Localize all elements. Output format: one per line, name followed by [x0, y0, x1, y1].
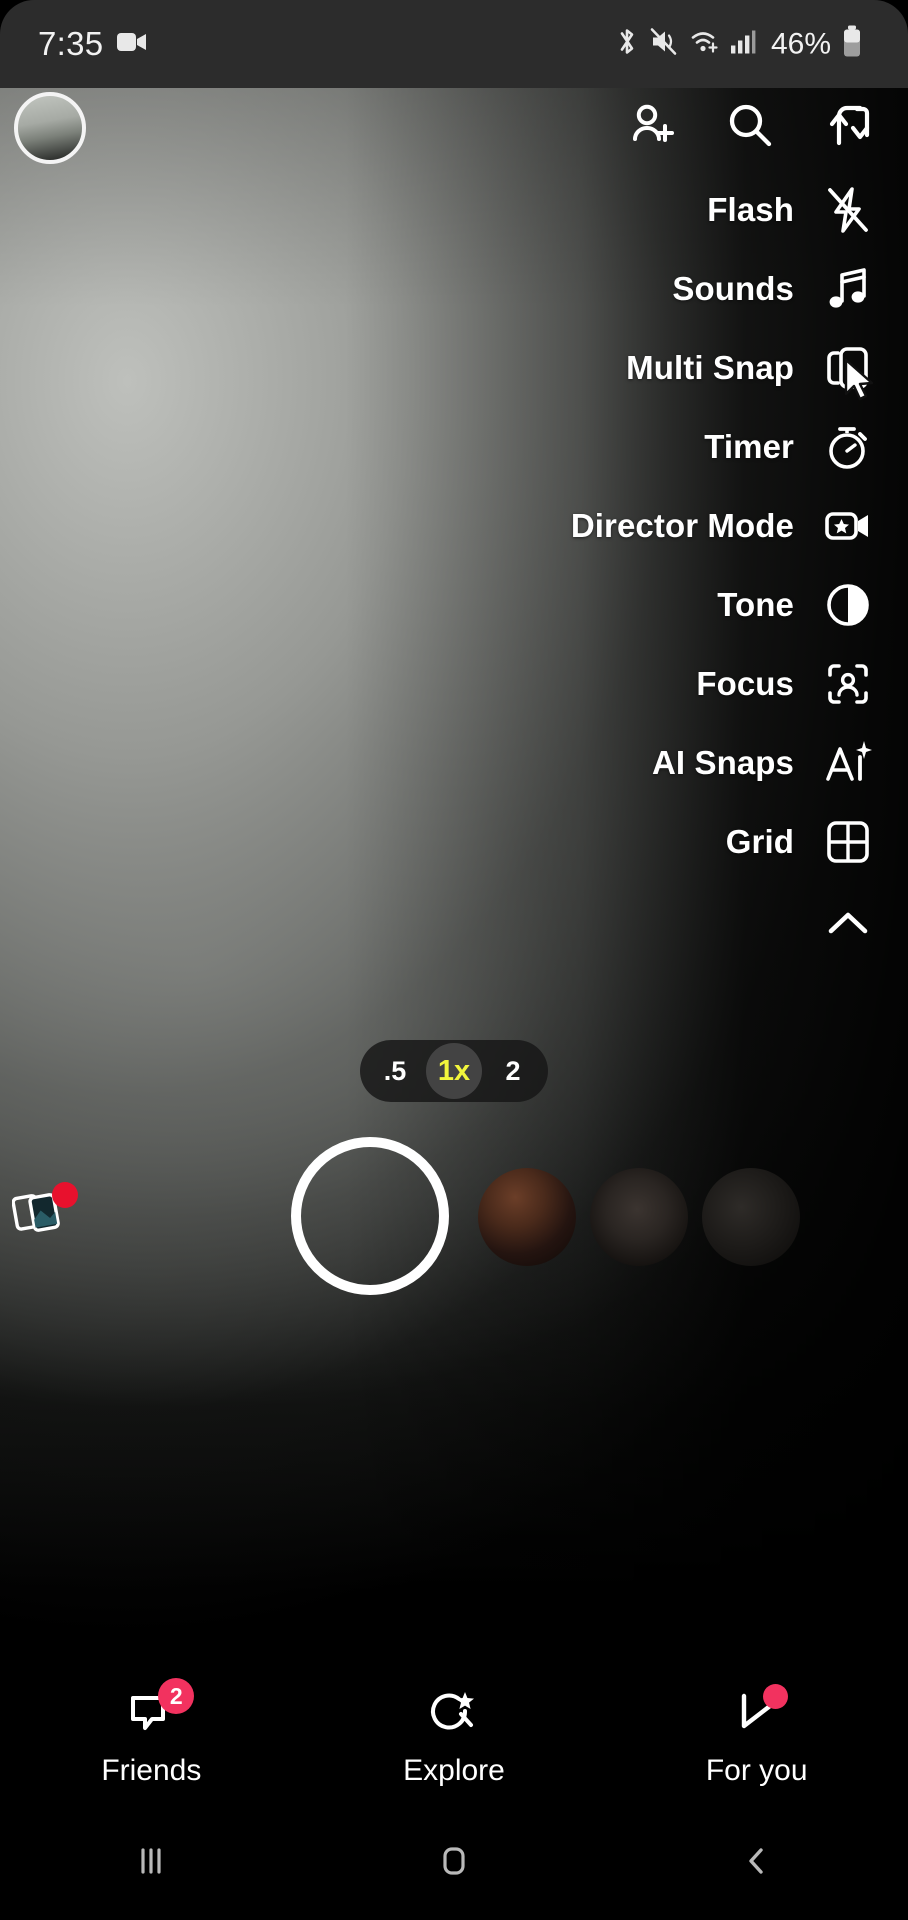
snapchat-camera-screen: 7:35 46% Flash Sounds Multi Snap Timer D… [0, 0, 908, 1920]
contrast-circle-icon [820, 577, 876, 633]
shutter-button[interactable] [291, 1137, 449, 1295]
video-star-icon [820, 498, 876, 554]
camera-option-label: Multi Snap [626, 348, 794, 386]
avatar[interactable] [14, 92, 86, 164]
nav-item-friends[interactable]: 2 Friends [0, 1678, 303, 1788]
nav-label-explore: Explore [403, 1754, 505, 1787]
camera-option-focus[interactable]: Focus [428, 644, 908, 723]
memories-button[interactable] [11, 1182, 78, 1242]
camera-option-multi-snap[interactable]: Multi Snap [428, 328, 908, 407]
camera-option-ai-snaps[interactable]: AI Snaps [428, 723, 908, 802]
nav-label-friends: Friends [101, 1754, 202, 1787]
camera-option-label: Director Mode [570, 506, 794, 544]
zoom-option-1x[interactable]: 1x [426, 1043, 482, 1099]
camera-options-menu: Flash Sounds Multi Snap Timer Director M… [428, 170, 908, 967]
grid-four-icon [820, 814, 876, 870]
stopwatch-icon [820, 419, 876, 475]
camera-option-flash[interactable]: Flash [428, 170, 908, 249]
memories-notification-dot [52, 1182, 78, 1208]
spotlight-play-icon [726, 1684, 788, 1742]
camera-option-label: Sounds [672, 269, 794, 307]
wifi-icon [689, 27, 719, 62]
focus-person-icon [820, 656, 876, 712]
camera-option-label: Tone [717, 585, 794, 623]
status-bar-right: 46% [615, 25, 862, 63]
camera-option-label: Focus [696, 664, 794, 702]
camera-option-timer[interactable]: Timer [428, 407, 908, 486]
camera-option-label: Timer [704, 427, 794, 465]
camera-option-director-mode[interactable]: Director Mode [428, 486, 908, 565]
music-note-icon [820, 261, 876, 317]
story-thumbnail[interactable] [478, 1168, 576, 1266]
battery-percentage: 46% [770, 27, 831, 60]
multi-snap-icon [820, 340, 876, 400]
story-thumbnail[interactable] [702, 1168, 800, 1266]
zoom-option-half[interactable]: .5 [374, 1056, 416, 1087]
chat-bubble-icon: 2 [120, 1678, 195, 1742]
nav-item-explore[interactable]: Explore [303, 1686, 606, 1788]
search-icon[interactable] [720, 96, 780, 156]
story-thumbnail[interactable] [590, 1168, 688, 1266]
ai-sparkle-icon [820, 735, 876, 791]
zoom-selector: .5 1x 2 [360, 1040, 548, 1102]
flash-off-icon [820, 182, 876, 238]
battery-icon [842, 25, 862, 63]
story-reel [478, 1163, 908, 1271]
camera-option-label: Grid [725, 822, 794, 860]
status-bar-left: 7:35 [38, 25, 147, 63]
recents-button[interactable] [0, 1844, 303, 1878]
top-action-bar [622, 96, 878, 156]
mouse-cursor-icon [844, 358, 874, 400]
flip-camera-icon[interactable] [818, 96, 878, 156]
camera-option-label: Flash [707, 190, 794, 228]
status-bar: 7:35 46% [0, 0, 908, 88]
cellular-signal-icon [730, 28, 756, 61]
camera-option-grid[interactable]: Grid [428, 802, 908, 881]
nav-label-for-you: For you [705, 1754, 808, 1787]
camera-menu-collapse-button[interactable] [428, 881, 908, 967]
explore-star-icon [423, 1686, 485, 1742]
zoom-option-2x[interactable]: 2 [492, 1056, 534, 1087]
bluetooth-icon [615, 27, 639, 62]
home-button[interactable] [303, 1843, 606, 1879]
add-friend-icon[interactable] [622, 96, 682, 156]
bottom-navigation-bar: 2 Friends Explore For you [0, 1672, 908, 1802]
android-navigation-bar [0, 1802, 908, 1920]
video-camera-icon [117, 31, 147, 58]
status-time: 7:35 [38, 25, 104, 62]
chevron-up-icon [820, 896, 876, 952]
back-button[interactable] [605, 1843, 908, 1879]
camera-option-label: AI Snaps [651, 743, 794, 781]
for-you-notification-dot [762, 1684, 788, 1709]
camera-option-tone[interactable]: Tone [428, 565, 908, 644]
vibrate-mute-icon [650, 27, 678, 62]
friends-badge: 2 [158, 1678, 195, 1714]
nav-item-for-you[interactable]: For you [605, 1684, 908, 1788]
camera-option-sounds[interactable]: Sounds [428, 249, 908, 328]
